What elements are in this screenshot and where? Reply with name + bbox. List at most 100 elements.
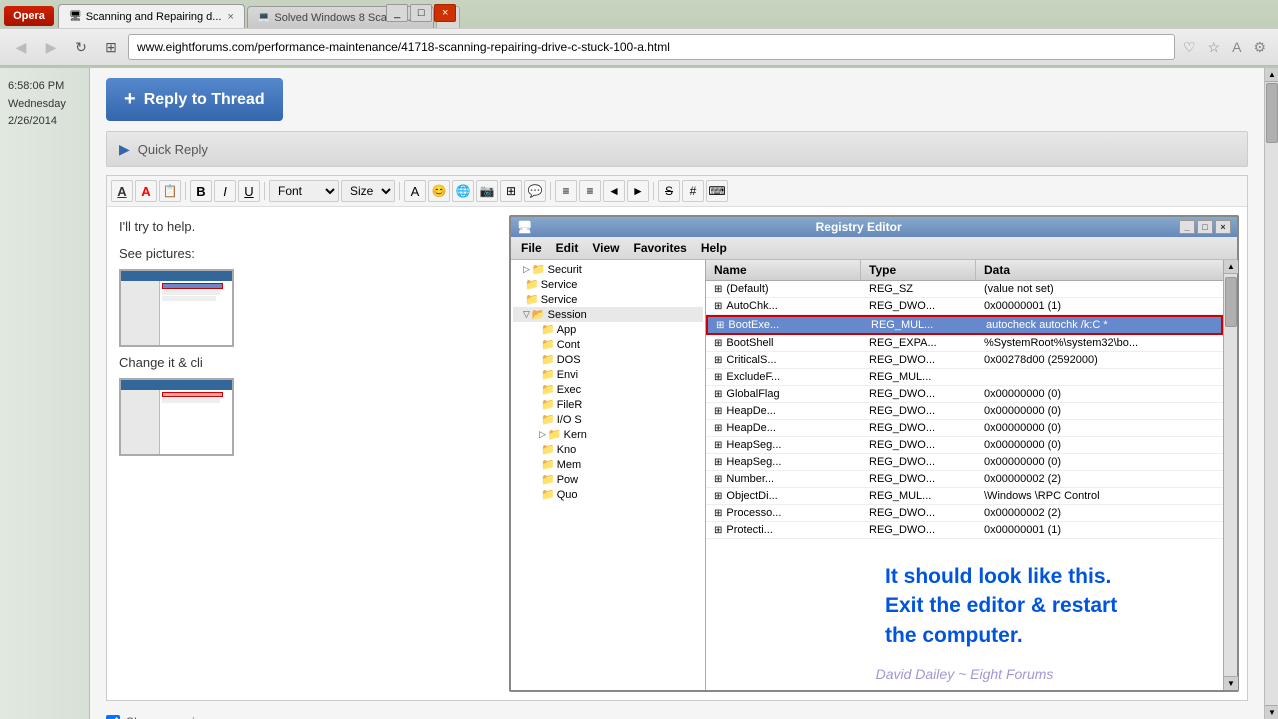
tree-item-securit[interactable]: ▷📁Securit bbox=[513, 262, 703, 277]
text-color-button[interactable]: A bbox=[135, 180, 157, 202]
refresh-button[interactable]: ↻ bbox=[68, 34, 94, 60]
back-button[interactable]: ◀ bbox=[8, 34, 34, 60]
registry-menu-edit[interactable]: Edit bbox=[550, 239, 585, 257]
tree-item-service1[interactable]: 📁Service bbox=[513, 277, 703, 292]
bookmark-star-icon[interactable]: ☆ bbox=[1204, 39, 1225, 56]
image-button[interactable]: 📷 bbox=[476, 180, 498, 202]
reply-to-thread-button[interactable]: + Reply to Thread bbox=[106, 78, 283, 121]
table-row[interactable]: ⊞AutoChk... REG_DWO... 0x00000001 (1) bbox=[706, 298, 1223, 315]
browser-scrollbar[interactable]: ▲ ▼ bbox=[1264, 68, 1278, 719]
text-format-button[interactable]: A bbox=[111, 180, 133, 202]
underline-button[interactable]: U bbox=[238, 180, 260, 202]
win-close[interactable]: × bbox=[434, 4, 456, 22]
table-row-highlighted[interactable]: ⊞BootExe... REG_MUL... autocheck autochk… bbox=[706, 315, 1223, 335]
tree-item-pow[interactable]: 📁Pow bbox=[513, 472, 703, 487]
translate-icon[interactable]: A bbox=[1228, 39, 1245, 55]
table-row[interactable]: ⊞HeapDe... REG_DWO... 0x00000000 (0) bbox=[706, 420, 1223, 437]
tree-item-session[interactable]: ▽📂Session bbox=[513, 307, 703, 322]
settings-icon[interactable]: ⚙ bbox=[1249, 39, 1270, 56]
forward-button[interactable]: ▶ bbox=[38, 34, 64, 60]
tree-item-filer[interactable]: 📁FileR bbox=[513, 397, 703, 412]
table-row[interactable]: ⊞HeapSeg... REG_DWO... 0x00000000 (0) bbox=[706, 454, 1223, 471]
scroll-thumb[interactable] bbox=[1225, 277, 1237, 327]
tree-item-kern[interactable]: ▷📁Kern bbox=[513, 427, 703, 442]
scrollbar-up-button[interactable]: ▲ bbox=[1265, 68, 1278, 82]
table-row[interactable]: ⊞HeapSeg... REG_DWO... 0x00000000 (0) bbox=[706, 437, 1223, 454]
registry-title: Registry Editor bbox=[538, 220, 1179, 234]
list-unordered-button[interactable]: ≡ bbox=[579, 180, 601, 202]
thumbnail-2[interactable] bbox=[119, 378, 234, 456]
address-bar[interactable] bbox=[128, 34, 1175, 60]
table-row[interactable]: ⊞Protecti... REG_DWO... 0x00000001 (1) bbox=[706, 522, 1223, 539]
scroll-up-button[interactable]: ▲ bbox=[1224, 260, 1238, 274]
indent-increase-button[interactable]: ► bbox=[627, 180, 649, 202]
home-button[interactable]: ⊞ bbox=[98, 34, 124, 60]
opera-logo[interactable]: Opera bbox=[4, 6, 54, 26]
tree-item-mem[interactable]: 📁Mem bbox=[513, 457, 703, 472]
link-button[interactable]: 🌐 bbox=[452, 180, 474, 202]
registry-menu-bar: File Edit View Favorites Help bbox=[511, 237, 1237, 260]
scrollbar-thumb[interactable] bbox=[1266, 83, 1278, 143]
registry-menu-favorites[interactable]: Favorites bbox=[627, 239, 692, 257]
registry-menu-help[interactable]: Help bbox=[695, 239, 733, 257]
table-button[interactable]: ⊞ bbox=[500, 180, 522, 202]
font-selector[interactable]: Font bbox=[269, 180, 339, 202]
see-pictures-label: See pictures: bbox=[119, 246, 489, 261]
tree-item-cont[interactable]: 📁Cont bbox=[513, 337, 703, 352]
table-row[interactable]: ⊞Number... REG_DWO... 0x00000002 (2) bbox=[706, 471, 1223, 488]
date-display: 2/26/2014 bbox=[8, 113, 81, 131]
code-button[interactable]: ⌨ bbox=[706, 180, 728, 202]
bold-button[interactable]: B bbox=[190, 180, 212, 202]
bookmark-icon[interactable]: ♡ bbox=[1179, 39, 1200, 56]
thumbnail-1[interactable] bbox=[119, 269, 234, 347]
tree-item-service2[interactable]: 📁Service bbox=[513, 292, 703, 307]
tree-item-exec[interactable]: 📁Exec bbox=[513, 382, 703, 397]
tree-item-kno[interactable]: 📁Kno bbox=[513, 442, 703, 457]
italic-button[interactable]: I bbox=[214, 180, 236, 202]
tree-item-envi[interactable]: 📁Envi bbox=[513, 367, 703, 382]
win-minimize[interactable]: _ bbox=[386, 4, 408, 22]
table-row[interactable]: ⊞Processo... REG_DWO... 0x00000002 (2) bbox=[706, 505, 1223, 522]
list-ordered-button[interactable]: ≡ bbox=[555, 180, 577, 202]
registry-menu-view[interactable]: View bbox=[586, 239, 625, 257]
tree-item-quo[interactable]: 📁Quo bbox=[513, 487, 703, 502]
registry-scrollbar[interactable]: ▲ ▼ bbox=[1223, 260, 1237, 690]
strikethrough-button[interactable]: S bbox=[658, 180, 680, 202]
reg-close-button[interactable]: × bbox=[1215, 220, 1231, 234]
tree-item-app[interactable]: 📁App bbox=[513, 322, 703, 337]
table-row[interactable]: ⊞BootShell REG_EXPA... %SystemRoot%\syst… bbox=[706, 335, 1223, 352]
reg-restore-button[interactable]: □ bbox=[1197, 220, 1213, 234]
table-row[interactable]: ⊞ObjectDi... REG_MUL... \Windows \RPC Co… bbox=[706, 488, 1223, 505]
day-display: Wednesday bbox=[8, 96, 81, 114]
registry-body: ▷📁Securit 📁Service 📁Service ▽📂Session bbox=[511, 260, 1237, 690]
annotation-line1: It should look like this. bbox=[885, 562, 1215, 591]
quote-button[interactable]: 💬 bbox=[524, 180, 546, 202]
text-color-picker[interactable]: A bbox=[404, 180, 426, 202]
table-row[interactable]: ⊞ExcludeF... REG_MUL... bbox=[706, 369, 1223, 386]
indent-decrease-button[interactable]: ◄ bbox=[603, 180, 625, 202]
refresh-icon: ↻ bbox=[75, 39, 87, 56]
win-maximize[interactable]: □ bbox=[410, 4, 432, 22]
scroll-down-button[interactable]: ▼ bbox=[1224, 676, 1238, 690]
registry-title-bar: 🖥 Registry Editor _ □ × bbox=[511, 217, 1237, 237]
registry-icon: 🖥 bbox=[517, 220, 532, 234]
reg-minimize-button[interactable]: _ bbox=[1179, 220, 1195, 234]
table-row[interactable]: ⊞(Default) REG_SZ (value not set) bbox=[706, 281, 1223, 298]
time-display: 6:58:06 PM bbox=[8, 78, 81, 96]
thumbnails-container bbox=[119, 269, 489, 347]
hash-button[interactable]: # bbox=[682, 180, 704, 202]
emoji-button[interactable]: 😊 bbox=[428, 180, 450, 202]
tab-active[interactable]: 🖥 Scanning and Repairing d... × bbox=[58, 4, 245, 28]
tree-item-dos[interactable]: 📁DOS bbox=[513, 352, 703, 367]
table-row[interactable]: ⊞GlobalFlag REG_DWO... 0x00000000 (0) bbox=[706, 386, 1223, 403]
registry-menu-file[interactable]: File bbox=[515, 239, 548, 257]
scrollbar-down-button[interactable]: ▼ bbox=[1265, 705, 1278, 719]
paste-button[interactable]: 📋 bbox=[159, 180, 181, 202]
tree-item-io[interactable]: 📁I/O S bbox=[513, 412, 703, 427]
quick-reply-bar[interactable]: ▶ Quick Reply bbox=[106, 131, 1248, 167]
table-row[interactable]: ⊞CriticalS... REG_DWO... 0x00278d00 (259… bbox=[706, 352, 1223, 369]
size-selector[interactable]: Size bbox=[341, 180, 395, 202]
tab-active-close[interactable]: × bbox=[227, 11, 233, 23]
signature-checkbox[interactable] bbox=[106, 715, 120, 719]
table-row[interactable]: ⊞HeapDe... REG_DWO... 0x00000000 (0) bbox=[706, 403, 1223, 420]
